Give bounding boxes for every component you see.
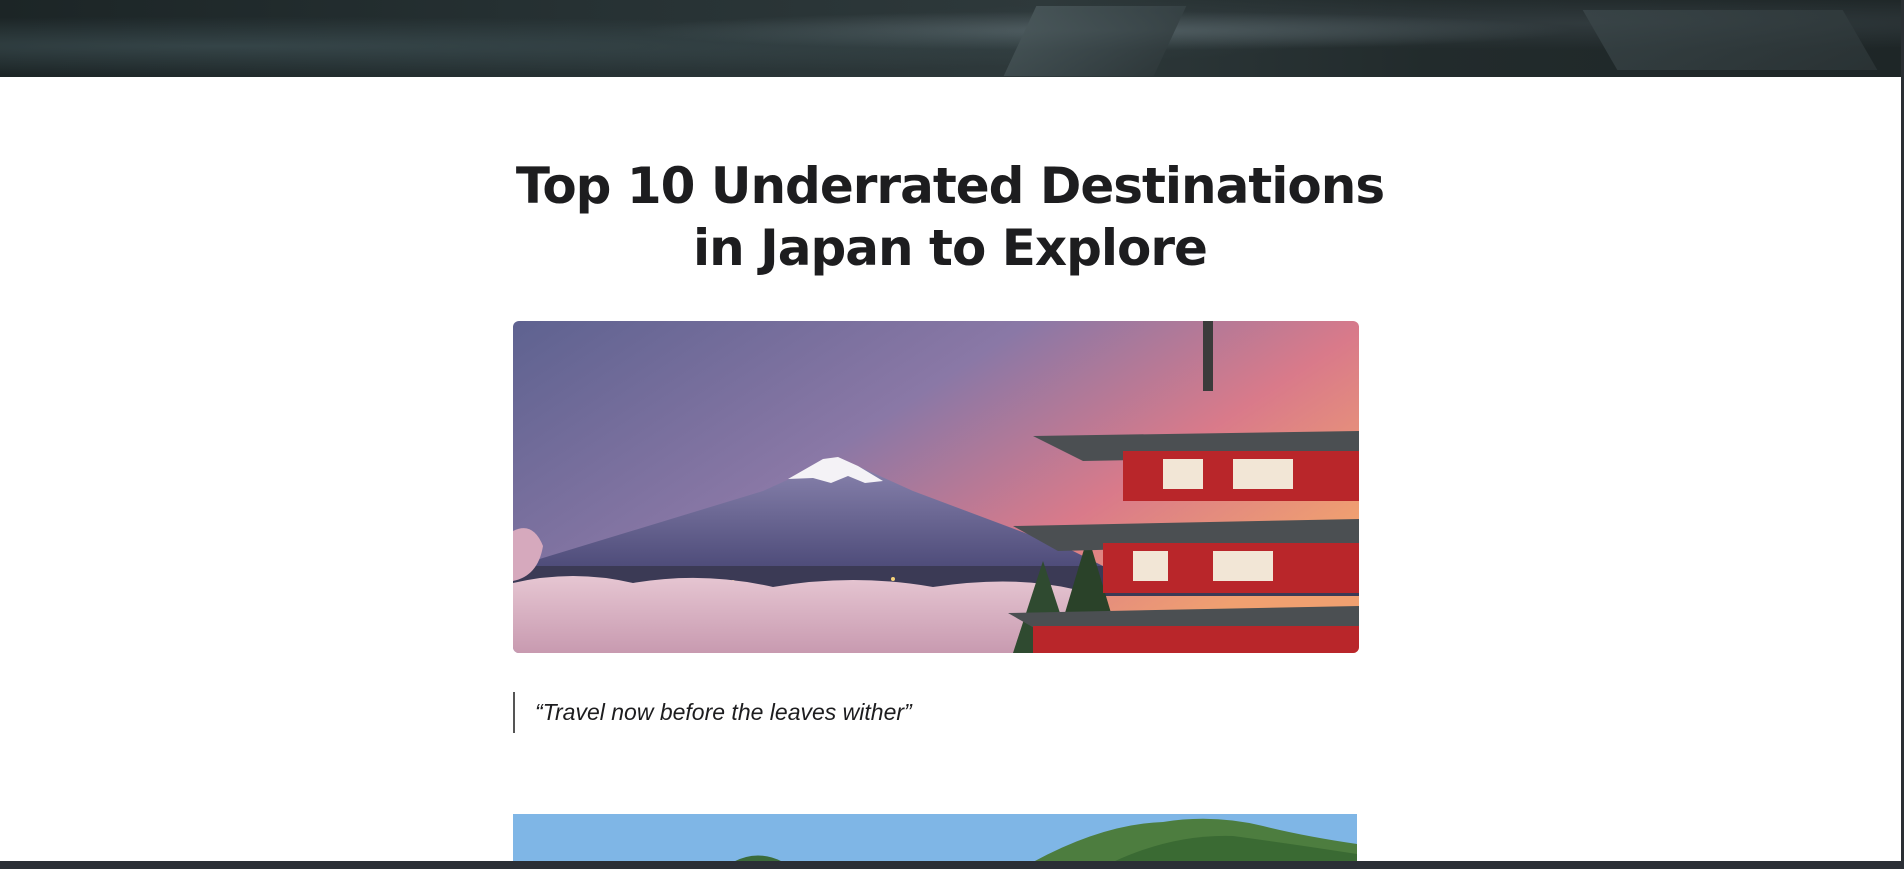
roof-shape <box>1582 10 1878 70</box>
article-title: Top 10 Underrated Destinations in Japan … <box>500 155 1400 279</box>
page: Top 10 Underrated Destinations in Japan … <box>0 0 1904 869</box>
quote-text: “Travel now before the leaves wither” <box>535 699 912 725</box>
roof-shape <box>1003 6 1187 76</box>
green-mountain-image <box>513 814 1357 862</box>
article-title-line: in Japan to Explore <box>693 219 1208 277</box>
taskbar <box>0 861 1904 869</box>
pagoda-mount-fuji-image <box>513 321 1359 653</box>
blockquote: “Travel now before the leaves wither” <box>513 692 912 733</box>
header-background-image <box>0 0 1904 77</box>
article-title-line: Top 10 Underrated Destinations <box>515 157 1385 215</box>
